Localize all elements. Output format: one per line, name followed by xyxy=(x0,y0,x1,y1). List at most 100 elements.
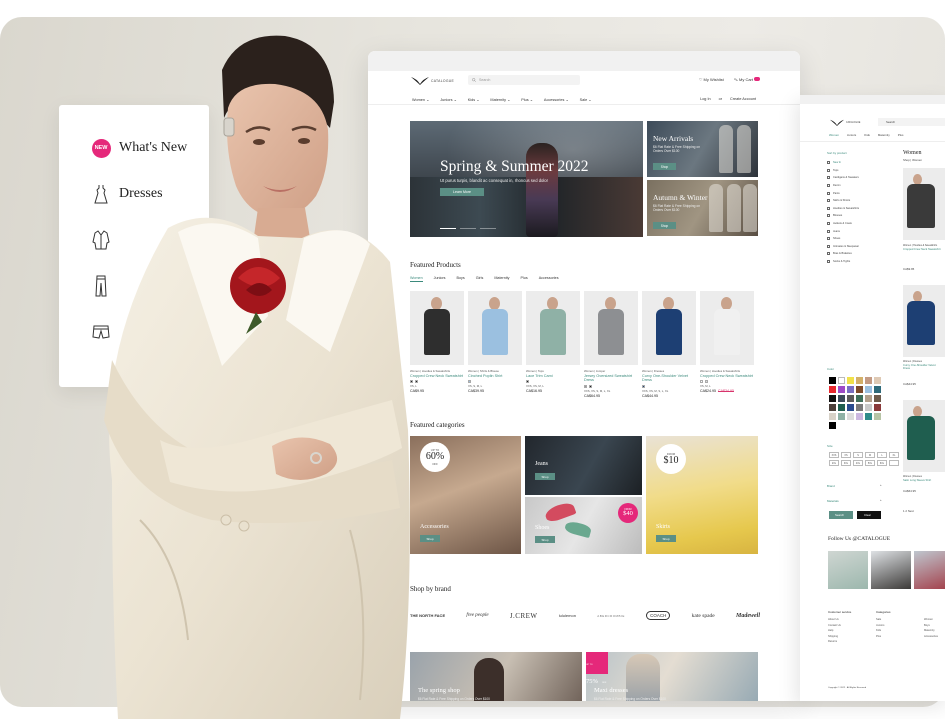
category-accessories[interactable]: UP TO 60% OFF Accessories Shop xyxy=(410,436,521,554)
brand-logo[interactable]: ABERCROMBIE xyxy=(597,614,625,618)
color-swatch[interactable] xyxy=(874,395,881,402)
size-option[interactable] xyxy=(889,460,899,466)
category-shop-button[interactable]: Shop xyxy=(656,535,676,542)
clear-filter-button[interactable]: Clear xyxy=(857,511,881,519)
size-option[interactable]: XXS xyxy=(829,452,839,458)
color-swatch[interactable] xyxy=(829,395,836,402)
filter-option[interactable]: Bras & Bralettes xyxy=(827,250,859,258)
category-shop-button[interactable]: Shop xyxy=(535,536,555,543)
product-name[interactable]: Cropped Crew Neck Sweatshirt xyxy=(410,374,464,378)
product-card[interactable]: Women | Hoodies & Sweatshirts Cropped Cre… xyxy=(700,291,754,398)
menu-item-pants[interactable] xyxy=(91,263,209,309)
hero-carousel-dots[interactable] xyxy=(440,228,496,229)
color-swatch[interactable] xyxy=(526,380,529,384)
product-name[interactable]: Curvy One-Shoulder Velvet Dress xyxy=(642,374,696,383)
color-swatch[interactable] xyxy=(838,386,845,393)
filter-option[interactable]: New In xyxy=(827,159,859,167)
expand-plus-icon[interactable]: + xyxy=(880,483,882,487)
color-swatch[interactable] xyxy=(865,413,872,420)
filter-option[interactable]: Jeans xyxy=(827,227,859,235)
color-swatch[interactable] xyxy=(829,422,836,429)
size-option[interactable]: 2XL xyxy=(829,460,839,466)
size-option[interactable]: L xyxy=(877,452,887,458)
product-card[interactable]: Women | Dresses Curvy One-Shoulder Velvet… xyxy=(642,291,696,398)
hero-banner[interactable]: Spring & Summer 2022 Ut purus turpis, bl… xyxy=(410,121,643,237)
listing-item-image[interactable] xyxy=(903,400,945,472)
color-filter-title[interactable]: Color xyxy=(827,367,834,371)
materials-filter-title[interactable]: Materials xyxy=(827,499,839,503)
color-swatch[interactable] xyxy=(856,413,863,420)
featured-tab[interactable]: Plus xyxy=(521,276,528,282)
product-name[interactable]: Lace Trim Cami xyxy=(526,374,580,378)
color-swatch[interactable] xyxy=(856,377,863,384)
brand-logo[interactable]: J.CREW xyxy=(510,612,538,620)
color-swatch[interactable] xyxy=(874,377,881,384)
filter-option[interactable]: Skirts & Shorts xyxy=(827,197,859,205)
color-swatch[interactable] xyxy=(847,404,854,411)
featured-tab[interactable]: Juniors xyxy=(434,276,446,282)
color-swatch[interactable] xyxy=(704,380,708,384)
gallery-image[interactable] xyxy=(914,551,945,589)
filter-option[interactable]: Blouses xyxy=(827,212,859,220)
size-option[interactable]: XS xyxy=(841,452,851,458)
color-swatch[interactable] xyxy=(414,380,418,384)
brand-logo[interactable]: kate spade xyxy=(692,613,715,619)
promo-shop-button[interactable]: Shop xyxy=(653,222,676,229)
color-swatch[interactable] xyxy=(829,386,836,393)
product-name[interactable]: Cropped Crew Neck Sweatshirt xyxy=(700,374,754,378)
item-name[interactable]: Satin Long Sleeve Shirt xyxy=(903,479,943,482)
nav-item[interactable]: Accessories ⌄ xyxy=(544,97,569,102)
color-swatch[interactable] xyxy=(874,404,881,411)
color-swatch[interactable] xyxy=(865,395,872,402)
menu-item-shorts[interactable] xyxy=(91,309,209,355)
featured-tab[interactable]: Boys xyxy=(457,276,465,282)
color-swatch[interactable] xyxy=(829,377,836,384)
color-swatch[interactable] xyxy=(838,377,845,384)
size-option[interactable]: M xyxy=(865,452,875,458)
filter-option[interactable]: Shoes xyxy=(827,235,859,243)
pagination[interactable]: 1 2 Next xyxy=(903,509,914,513)
menu-item-jackets[interactable] xyxy=(91,217,209,263)
product-image[interactable] xyxy=(584,291,638,365)
size-filter-title[interactable]: Size xyxy=(827,444,833,448)
category-skirts[interactable]: FROM $10 Skirts Shop xyxy=(646,436,758,554)
color-swatch[interactable] xyxy=(642,384,645,388)
color-swatch[interactable] xyxy=(468,380,471,384)
filter-option[interactable]: Jackets & Coats xyxy=(827,220,859,228)
color-swatch[interactable] xyxy=(856,404,863,411)
featured-tab[interactable]: Accessories xyxy=(539,276,559,282)
filter-option[interactable]: Denim xyxy=(827,182,859,190)
item-name[interactable]: Curvy One-Shoulder Velvet Dress xyxy=(903,364,943,370)
brand-logo[interactable]: THE NORTH FACE xyxy=(410,613,445,618)
promo-new-arrivals[interactable]: New Arrivals $6 Flat Rate & Free Shippin… xyxy=(647,121,758,177)
filter-option[interactable]: Cardigans & Sweaters xyxy=(827,174,859,182)
category-shoes[interactable]: FROM $40 Shoes Shop xyxy=(525,497,642,554)
color-swatch[interactable] xyxy=(847,377,854,384)
expand-plus-icon[interactable]: + xyxy=(880,498,882,502)
hero-learn-more-button[interactable]: Learn More xyxy=(440,188,484,196)
featured-tab[interactable]: Girls xyxy=(476,276,484,282)
filter-option[interactable]: Intimates & Sleepwear xyxy=(827,243,859,251)
brand-logo[interactable]: Madewell xyxy=(736,613,760,619)
product-image[interactable] xyxy=(526,291,580,365)
brand-logo[interactable]: free people xyxy=(466,613,488,618)
color-swatch[interactable] xyxy=(874,386,881,393)
category-shop-button[interactable]: Shop xyxy=(535,473,555,480)
wishlist-link[interactable]: ♡ My Wishlist xyxy=(699,77,724,83)
listing-nav-item[interactable]: Juniors xyxy=(847,133,856,137)
size-option[interactable]: S xyxy=(853,452,863,458)
promo-shop-button[interactable]: Shop xyxy=(653,163,676,170)
nav-item[interactable]: Women ⌄ xyxy=(412,97,429,102)
featured-tab[interactable]: Women xyxy=(410,276,423,282)
gallery-image[interactable] xyxy=(828,551,868,589)
color-swatch[interactable] xyxy=(865,404,872,411)
brand-logo[interactable]: COACH xyxy=(646,611,671,620)
color-swatch[interactable] xyxy=(847,386,854,393)
color-swatch[interactable] xyxy=(588,384,592,388)
promo-maxi-dresses[interactable]: UP TO 75% OFF Maxi dresses $6 Flat Rate … xyxy=(586,652,758,701)
menu-item-dresses[interactable]: Dresses xyxy=(91,171,209,217)
color-swatch[interactable] xyxy=(700,380,703,384)
category-shop-button[interactable]: Shop xyxy=(420,535,440,542)
product-image[interactable] xyxy=(468,291,522,365)
brand-filter-title[interactable]: Brand xyxy=(827,484,835,488)
